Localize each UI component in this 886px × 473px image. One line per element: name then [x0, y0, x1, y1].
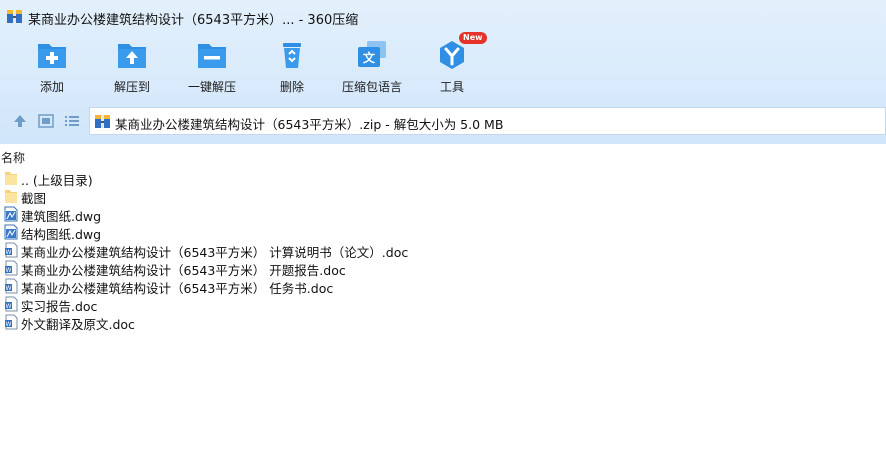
extract-to-label: 解压到 [113, 80, 150, 94]
svg-text:W: W [6, 303, 12, 310]
zip-archive-icon [95, 115, 110, 128]
file-row-dwg[interactable]: 结构图纸.dwg [0, 223, 886, 242]
column-header-name[interactable]: 名称 [0, 148, 886, 166]
extract-to-icon [118, 44, 146, 68]
folder-icon [5, 190, 17, 203]
thumbnail-view-icon[interactable] [37, 112, 55, 130]
file-row-doc[interactable]: W 某商业办公楼建筑结构设计（6543平方米） 任务书.doc [0, 277, 886, 296]
delete-label: 删除 [279, 80, 304, 94]
toolbar: 添加 解压到 一键解压 删除 文 压缩包语言 New 工具 [0, 32, 886, 96]
window-title: 某商业办公楼建筑结构设计（6543平方米）... - 360压缩 [28, 13, 359, 28]
up-arrow-icon[interactable] [11, 112, 29, 130]
title-bar: 某商业办公楼建筑结构设计（6543平方米）... - 360压缩 [0, 0, 886, 32]
tools-label: 工具 [439, 80, 464, 94]
archive-language-button[interactable]: 文 压缩包语言 [332, 34, 412, 96]
list-view-icon[interactable] [63, 112, 81, 130]
tools-button[interactable]: New 工具 [412, 32, 492, 96]
address-row: 某商业办公楼建筑结构设计（6543平方米）.zip - 解包大小为 5.0 MB [0, 106, 886, 136]
folder-icon [5, 172, 17, 185]
dwg-file-icon [4, 224, 18, 240]
window-chrome: 某商业办公楼建筑结构设计（6543平方米）... - 360压缩 添加 解压到 [0, 0, 886, 144]
svg-text:W: W [6, 267, 12, 274]
file-row-doc[interactable]: W 实习报告.doc [0, 295, 886, 314]
svg-text:W: W [6, 321, 12, 328]
recycle-bin-icon [283, 43, 301, 68]
file-list: .. (上级目录) 截图 建筑图纸.dwg 结构图纸.dwg W 某商业办公楼建… [0, 169, 886, 332]
archive-language-icon: 文 [358, 41, 386, 67]
add-icon [38, 44, 66, 68]
address-path: 某商业办公楼建筑结构设计（6543平方米）.zip - 解包大小为 5.0 MB [115, 117, 504, 132]
one-click-extract-button[interactable]: 一键解压 [172, 34, 252, 96]
file-row-dwg[interactable]: 建筑图纸.dwg [0, 205, 886, 224]
doc-file-icon: W [5, 278, 18, 294]
svg-text:W: W [6, 285, 12, 292]
doc-file-icon: W [5, 260, 18, 276]
file-row-screenshots-folder[interactable]: 截图 [0, 187, 886, 206]
new-badge: New [459, 32, 487, 44]
extract-to-button[interactable]: 解压到 [92, 34, 172, 96]
one-click-extract-icon [198, 44, 226, 68]
one-click-extract-label: 一键解压 [187, 80, 236, 94]
archive-language-label: 压缩包语言 [341, 80, 402, 94]
dwg-file-icon [4, 206, 18, 222]
doc-file-icon: W [5, 296, 18, 312]
file-name: 外文翻译及原文.doc [21, 317, 135, 332]
file-row-doc[interactable]: W 某商业办公楼建筑结构设计（6543平方米） 计算说明书（论文）.doc [0, 241, 886, 260]
file-row-doc[interactable]: W 外文翻译及原文.doc [0, 313, 886, 332]
add-button[interactable]: 添加 [12, 34, 92, 96]
file-row-parent-dir[interactable]: .. (上级目录) [0, 169, 886, 188]
file-row-doc[interactable]: W 某商业办公楼建筑结构设计（6543平方米） 开题报告.doc [0, 259, 886, 278]
svg-text:文: 文 [363, 50, 376, 65]
column-name-label: 名称 [1, 151, 26, 165]
address-bar[interactable]: 某商业办公楼建筑结构设计（6543平方米）.zip - 解包大小为 5.0 MB [89, 107, 886, 135]
add-label: 添加 [39, 80, 64, 94]
doc-file-icon: W [5, 314, 18, 330]
delete-button[interactable]: 删除 [252, 34, 332, 96]
doc-file-icon: W [5, 242, 18, 258]
archive-app-icon [7, 10, 22, 23]
svg-text:W: W [6, 249, 12, 256]
